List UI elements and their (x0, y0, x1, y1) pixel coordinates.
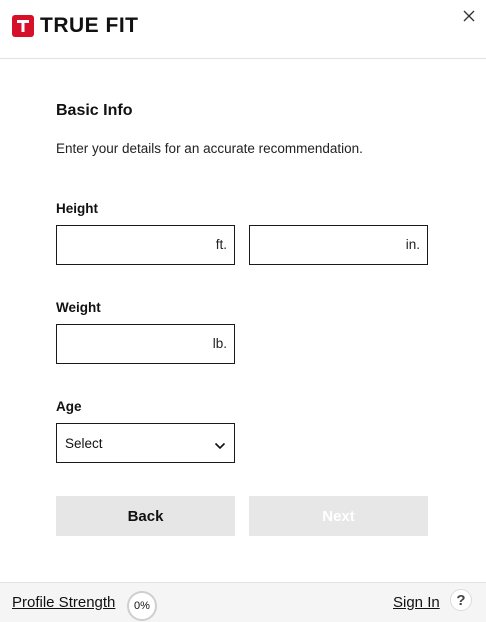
form-title: Basic Info (56, 102, 133, 119)
back-button[interactable]: Back (56, 496, 235, 536)
profile-strength-indicator: 0% (127, 591, 157, 621)
height-label: Height (56, 201, 98, 216)
form-subtitle: Enter your details for an accurate recom… (56, 141, 363, 156)
header: TRUE FIT (0, 0, 486, 59)
age-select-value: Select (65, 436, 103, 451)
pounds-unit: lb. (212, 336, 227, 351)
weight-label: Weight (56, 300, 101, 315)
logo-mark-icon (12, 15, 34, 37)
profile-strength-link[interactable]: Profile Strength (12, 594, 115, 611)
close-icon[interactable] (461, 8, 477, 24)
inches-unit: in. (405, 237, 420, 252)
next-button[interactable]: Next (249, 496, 428, 536)
true-fit-logo: TRUE FIT (12, 14, 139, 38)
true-fit-page: TRUE FIT Basic Info Enter your details f… (0, 0, 486, 622)
chevron-down-icon (214, 438, 226, 450)
height-feet-input[interactable]: ft. (56, 225, 235, 265)
height-inches-input[interactable]: in. (249, 225, 428, 265)
sign-in-link[interactable]: Sign In (393, 594, 440, 611)
age-select[interactable]: Select (56, 423, 235, 463)
logo-text: TRUE FIT (40, 14, 139, 37)
help-icon[interactable]: ? (450, 589, 472, 611)
footer: Profile Strength 0% Sign In ? (0, 582, 486, 622)
feet-unit: ft. (215, 237, 227, 252)
age-label: Age (56, 399, 82, 414)
weight-input[interactable]: lb. (56, 324, 235, 364)
